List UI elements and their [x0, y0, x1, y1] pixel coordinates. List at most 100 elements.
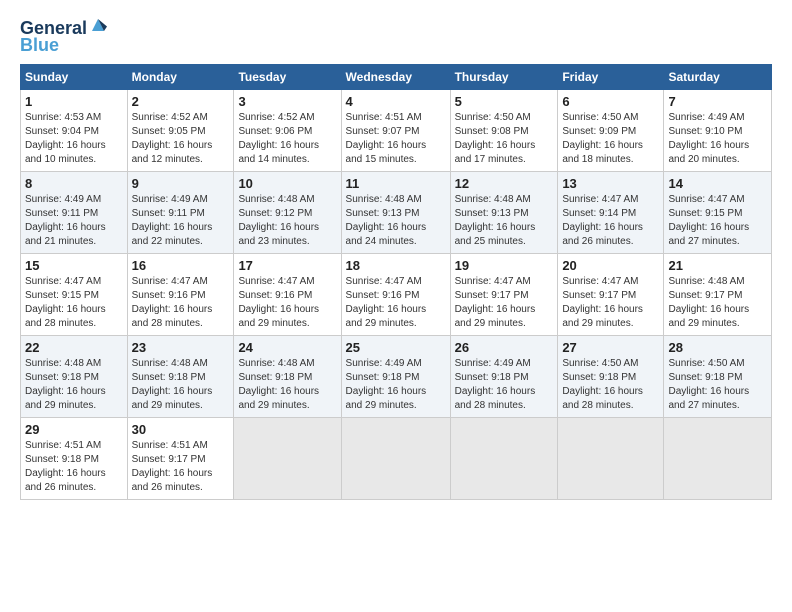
calendar-week-5: 29Sunrise: 4:51 AMSunset: 9:18 PMDayligh… [21, 417, 772, 499]
day-number: 11 [346, 176, 446, 191]
calendar-cell: 14 Sunrise: 4:47 AMSunset: 9:15 PMDayligh… [664, 171, 772, 253]
day-info: Sunrise: 4:49 AMSunset: 9:11 PMDaylight:… [25, 193, 123, 249]
day-number: 1 [25, 94, 123, 109]
calendar-cell: 23 Sunrise: 4:48 AMSunset: 9:18 PMDayligh… [127, 335, 234, 417]
day-header-thursday: Thursday [450, 64, 558, 89]
day-info: Sunrise: 4:48 AMSunset: 9:13 PMDaylight:… [455, 193, 554, 249]
calendar-cell: 10 Sunrise: 4:48 AMSunset: 9:12 PMDayligh… [234, 171, 341, 253]
calendar-cell: 22 Sunrise: 4:48 AMSunset: 9:18 PMDayligh… [21, 335, 128, 417]
day-number: 3 [238, 94, 336, 109]
day-info: Sunrise: 4:47 AMSunset: 9:16 PMDaylight:… [132, 275, 230, 331]
day-number: 8 [25, 176, 123, 191]
day-info: Sunrise: 4:50 AMSunset: 9:09 PMDaylight:… [562, 111, 659, 167]
calendar-cell: 16 Sunrise: 4:47 AMSunset: 9:16 PMDayligh… [127, 253, 234, 335]
calendar-cell: 2 Sunrise: 4:52 AMSunset: 9:05 PMDaylight… [127, 89, 234, 171]
day-info: Sunrise: 4:48 AMSunset: 9:18 PMDaylight:… [132, 357, 230, 413]
day-number: 6 [562, 94, 659, 109]
day-number: 10 [238, 176, 336, 191]
day-info: Sunrise: 4:49 AMSunset: 9:11 PMDaylight:… [132, 193, 230, 249]
day-info: Sunrise: 4:48 AMSunset: 9:17 PMDaylight:… [668, 275, 767, 331]
calendar-cell: 8 Sunrise: 4:49 AMSunset: 9:11 PMDaylight… [21, 171, 128, 253]
calendar-cell: 4Sunrise: 4:51 AMSunset: 9:07 PMDaylight… [341, 89, 450, 171]
calendar-cell: 5 Sunrise: 4:50 AMSunset: 9:08 PMDaylight… [450, 89, 558, 171]
day-number: 7 [668, 94, 767, 109]
calendar-cell: 29Sunrise: 4:51 AMSunset: 9:18 PMDayligh… [21, 417, 128, 499]
day-number: 30 [132, 422, 230, 437]
calendar-cell: 1 Sunrise: 4:53 AMSunset: 9:04 PMDaylight… [21, 89, 128, 171]
logo-icon [89, 16, 107, 34]
day-info: Sunrise: 4:49 AMSunset: 9:10 PMDaylight:… [668, 111, 767, 167]
day-number: 2 [132, 94, 230, 109]
calendar-cell [341, 417, 450, 499]
calendar-cell: 12 Sunrise: 4:48 AMSunset: 9:13 PMDayligh… [450, 171, 558, 253]
day-number: 18 [346, 258, 446, 273]
day-info: Sunrise: 4:50 AMSunset: 9:18 PMDaylight:… [668, 357, 767, 413]
day-info: Sunrise: 4:48 AMSunset: 9:12 PMDaylight:… [238, 193, 336, 249]
day-number: 25 [346, 340, 446, 355]
day-info: Sunrise: 4:47 AMSunset: 9:14 PMDaylight:… [562, 193, 659, 249]
logo: General Blue [20, 16, 107, 56]
day-number: 23 [132, 340, 230, 355]
calendar-cell: 9 Sunrise: 4:49 AMSunset: 9:11 PMDaylight… [127, 171, 234, 253]
calendar-cell [450, 417, 558, 499]
calendar-cell: 13 Sunrise: 4:47 AMSunset: 9:14 PMDayligh… [558, 171, 664, 253]
day-number: 15 [25, 258, 123, 273]
day-info: Sunrise: 4:53 AMSunset: 9:04 PMDaylight:… [25, 111, 123, 167]
day-info: Sunrise: 4:49 AMSunset: 9:18 PMDaylight:… [346, 357, 446, 413]
day-number: 16 [132, 258, 230, 273]
day-info: Sunrise: 4:49 AMSunset: 9:18 PMDaylight:… [455, 357, 554, 413]
day-header-tuesday: Tuesday [234, 64, 341, 89]
day-header-monday: Monday [127, 64, 234, 89]
calendar-cell: 30 Sunrise: 4:51 AMSunset: 9:17 PMDayligh… [127, 417, 234, 499]
calendar-week-3: 15 Sunrise: 4:47 AMSunset: 9:15 PMDayligh… [21, 253, 772, 335]
calendar-week-2: 8 Sunrise: 4:49 AMSunset: 9:11 PMDaylight… [21, 171, 772, 253]
calendar-cell: 15 Sunrise: 4:47 AMSunset: 9:15 PMDayligh… [21, 253, 128, 335]
day-info: Sunrise: 4:48 AMSunset: 9:18 PMDaylight:… [25, 357, 123, 413]
calendar-cell: 18Sunrise: 4:47 AMSunset: 9:16 PMDayligh… [341, 253, 450, 335]
day-number: 27 [562, 340, 659, 355]
calendar-header-row: SundayMondayTuesdayWednesdayThursdayFrid… [21, 64, 772, 89]
day-info: Sunrise: 4:52 AMSunset: 9:06 PMDaylight:… [238, 111, 336, 167]
day-number: 4 [346, 94, 446, 109]
day-header-wednesday: Wednesday [341, 64, 450, 89]
day-header-saturday: Saturday [664, 64, 772, 89]
calendar-cell: 21Sunrise: 4:48 AMSunset: 9:17 PMDayligh… [664, 253, 772, 335]
calendar-cell: 3 Sunrise: 4:52 AMSunset: 9:06 PMDaylight… [234, 89, 341, 171]
day-number: 20 [562, 258, 659, 273]
day-info: Sunrise: 4:52 AMSunset: 9:05 PMDaylight:… [132, 111, 230, 167]
day-info: Sunrise: 4:47 AMSunset: 9:15 PMDaylight:… [668, 193, 767, 249]
calendar-cell: 11 Sunrise: 4:48 AMSunset: 9:13 PMDayligh… [341, 171, 450, 253]
calendar-week-4: 22 Sunrise: 4:48 AMSunset: 9:18 PMDayligh… [21, 335, 772, 417]
day-number: 14 [668, 176, 767, 191]
calendar-cell [664, 417, 772, 499]
day-number: 5 [455, 94, 554, 109]
calendar-week-1: 1 Sunrise: 4:53 AMSunset: 9:04 PMDaylight… [21, 89, 772, 171]
calendar-cell [558, 417, 664, 499]
calendar-cell: 25 Sunrise: 4:49 AMSunset: 9:18 PMDayligh… [341, 335, 450, 417]
day-info: Sunrise: 4:48 AMSunset: 9:18 PMDaylight:… [238, 357, 336, 413]
day-info: Sunrise: 4:48 AMSunset: 9:13 PMDaylight:… [346, 193, 446, 249]
day-header-sunday: Sunday [21, 64, 128, 89]
day-info: Sunrise: 4:50 AMSunset: 9:18 PMDaylight:… [562, 357, 659, 413]
calendar-cell: 20Sunrise: 4:47 AMSunset: 9:17 PMDayligh… [558, 253, 664, 335]
page: General Blue SundayMondayTuesdayWednesda… [0, 0, 792, 612]
day-info: Sunrise: 4:47 AMSunset: 9:15 PMDaylight:… [25, 275, 123, 331]
calendar-table: SundayMondayTuesdayWednesdayThursdayFrid… [20, 64, 772, 500]
day-number: 13 [562, 176, 659, 191]
day-info: Sunrise: 4:47 AMSunset: 9:17 PMDaylight:… [455, 275, 554, 331]
day-number: 29 [25, 422, 123, 437]
day-number: 12 [455, 176, 554, 191]
day-number: 28 [668, 340, 767, 355]
day-number: 22 [25, 340, 123, 355]
day-number: 19 [455, 258, 554, 273]
calendar-cell: 24 Sunrise: 4:48 AMSunset: 9:18 PMDayligh… [234, 335, 341, 417]
day-number: 24 [238, 340, 336, 355]
day-info: Sunrise: 4:50 AMSunset: 9:08 PMDaylight:… [455, 111, 554, 167]
day-header-friday: Friday [558, 64, 664, 89]
day-info: Sunrise: 4:51 AMSunset: 9:17 PMDaylight:… [132, 439, 230, 495]
calendar-cell: 27 Sunrise: 4:50 AMSunset: 9:18 PMDayligh… [558, 335, 664, 417]
day-info: Sunrise: 4:47 AMSunset: 9:16 PMDaylight:… [238, 275, 336, 331]
day-number: 9 [132, 176, 230, 191]
calendar-cell [234, 417, 341, 499]
calendar-cell: 26Sunrise: 4:49 AMSunset: 9:18 PMDayligh… [450, 335, 558, 417]
